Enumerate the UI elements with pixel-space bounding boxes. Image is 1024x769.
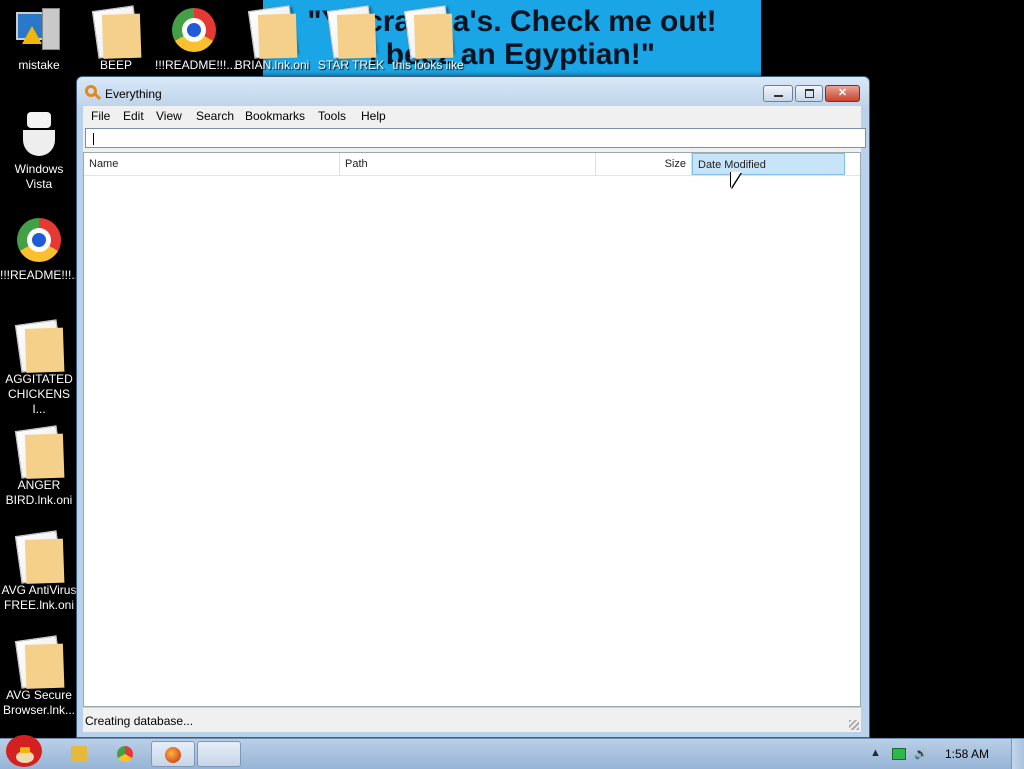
- document-icon: [14, 425, 64, 479]
- desktop-icon-label: !!!README!!!...: [155, 58, 237, 72]
- menu-view[interactable]: View: [156, 109, 182, 123]
- document-icon: [91, 5, 141, 59]
- taskbar-firefox-button[interactable]: [151, 741, 195, 767]
- desktop-icon-readme-left[interactable]: !!!README!!!...: [0, 218, 82, 283]
- desktop-icon-label: AGGITATED CHICKENS I...: [5, 372, 73, 416]
- desktop-icon-brian[interactable]: BRIAN.lnk.oni: [233, 5, 311, 73]
- volume-icon[interactable]: 🔊: [914, 747, 928, 760]
- menu-search[interactable]: Search: [196, 109, 234, 123]
- desktop-icon-label: mistake: [18, 58, 60, 72]
- text-caret: [93, 133, 94, 145]
- network-icon[interactable]: [892, 748, 906, 760]
- desktop-icon-label: BRIAN.lnk.oni: [234, 58, 310, 72]
- close-button[interactable]: ✕: [825, 85, 860, 102]
- column-size[interactable]: Size: [596, 153, 692, 175]
- document-icon: [14, 319, 64, 373]
- window-title: Everything: [105, 87, 162, 101]
- desktop-icon-windows-vista[interactable]: Windows Vista: [0, 112, 78, 192]
- desktop-icon-label: Windows Vista: [14, 162, 64, 191]
- search-input[interactable]: [85, 128, 866, 148]
- toilet-icon: [15, 112, 63, 160]
- document-icon: [247, 5, 297, 59]
- clock[interactable]: 1:58 AM: [945, 747, 989, 761]
- desktop-icon-avg-antivirus[interactable]: AVG AntiVirus FREE.lnk.oni: [0, 530, 78, 613]
- desktop-icon-label: this looks like: [392, 58, 464, 72]
- column-path[interactable]: Path: [340, 153, 596, 175]
- desktop-icon-anger-bird[interactable]: ANGER BIRD.lnk.oni: [0, 425, 78, 508]
- column-header: Name Path Size Date Modified: [84, 153, 860, 176]
- desktop-icon-label: STAR TREK: [317, 58, 385, 72]
- resize-grip-icon[interactable]: [849, 720, 859, 730]
- column-date-modified[interactable]: Date Modified: [692, 153, 845, 175]
- taskbar-chrome-button[interactable]: [104, 741, 148, 767]
- menu-bar: File Edit View Search Bookmarks Tools He…: [83, 106, 861, 126]
- maximize-button[interactable]: [795, 85, 823, 102]
- chrome-icon: [117, 746, 133, 762]
- document-icon: [326, 5, 376, 59]
- document-icon: [403, 5, 453, 59]
- desktop-icon-label: ANGER BIRD.lnk.oni: [5, 478, 73, 507]
- show-desktop-button[interactable]: [1011, 739, 1024, 769]
- everything-window: Everything ✕ File Edit View Search Bookm…: [76, 76, 870, 738]
- desktop-icon-label: AVG AntiVirus FREE.lnk.oni: [1, 583, 77, 612]
- magnifier-icon: [85, 85, 97, 97]
- mouse-cursor-icon: [731, 172, 741, 188]
- results-list[interactable]: Name Path Size Date Modified: [83, 152, 861, 707]
- desktop-icon-star-trek[interactable]: STAR TREK: [312, 5, 390, 73]
- firefox-icon: [165, 747, 181, 763]
- close-icon: ✕: [837, 87, 848, 99]
- chrome-like-icon: [170, 8, 218, 56]
- folder-icon: [71, 746, 87, 762]
- minimize-icon: [764, 86, 792, 101]
- document-icon: [14, 635, 64, 689]
- desktop-icon-label: !!!README!!!...: [0, 268, 82, 282]
- document-icon: [14, 530, 64, 584]
- desktop-icon-this-looks-like[interactable]: this looks like: [389, 5, 467, 73]
- desktop-icon-label: BEEP: [99, 58, 132, 72]
- status-bar: Creating database...: [83, 708, 861, 732]
- desktop-icon-avg-secure-browser[interactable]: AVG Secure Browser.lnk...: [0, 635, 78, 718]
- search-bar: [83, 126, 866, 152]
- desktop-icon-label: AVG Secure Browser.lnk...: [2, 688, 76, 717]
- chrome-like-icon: [15, 218, 63, 266]
- taskbar-explorer-button[interactable]: [58, 741, 102, 767]
- taskbar: ▲ 🔊 1:58 AM: [0, 735, 1024, 769]
- desktop-icon-aggitated-chickens[interactable]: AGGITATED CHICKENS I...: [0, 319, 78, 417]
- window-titlebar[interactable]: Everything ✕: [77, 77, 869, 107]
- menu-edit[interactable]: Edit: [123, 109, 144, 123]
- desktop-icon-mistake[interactable]: mistake: [0, 8, 78, 73]
- column-name[interactable]: Name: [84, 153, 340, 175]
- menu-file[interactable]: File: [91, 109, 110, 123]
- status-text: Creating database...: [85, 714, 194, 728]
- start-button[interactable]: [2, 731, 46, 769]
- minimize-button[interactable]: [763, 85, 793, 102]
- taskbar-everything-button[interactable]: [197, 741, 241, 767]
- desktop-icon-readme-top[interactable]: !!!README!!!...: [155, 8, 237, 73]
- maximize-icon: [796, 86, 822, 101]
- menu-bookmarks[interactable]: Bookmarks: [245, 109, 305, 123]
- show-hidden-icons-icon[interactable]: ▲: [870, 747, 881, 759]
- menu-help[interactable]: Help: [361, 109, 386, 123]
- computer-warning-icon: [15, 8, 63, 56]
- menu-tools[interactable]: Tools: [318, 109, 346, 123]
- desktop-icon-beep[interactable]: BEEP: [77, 5, 155, 73]
